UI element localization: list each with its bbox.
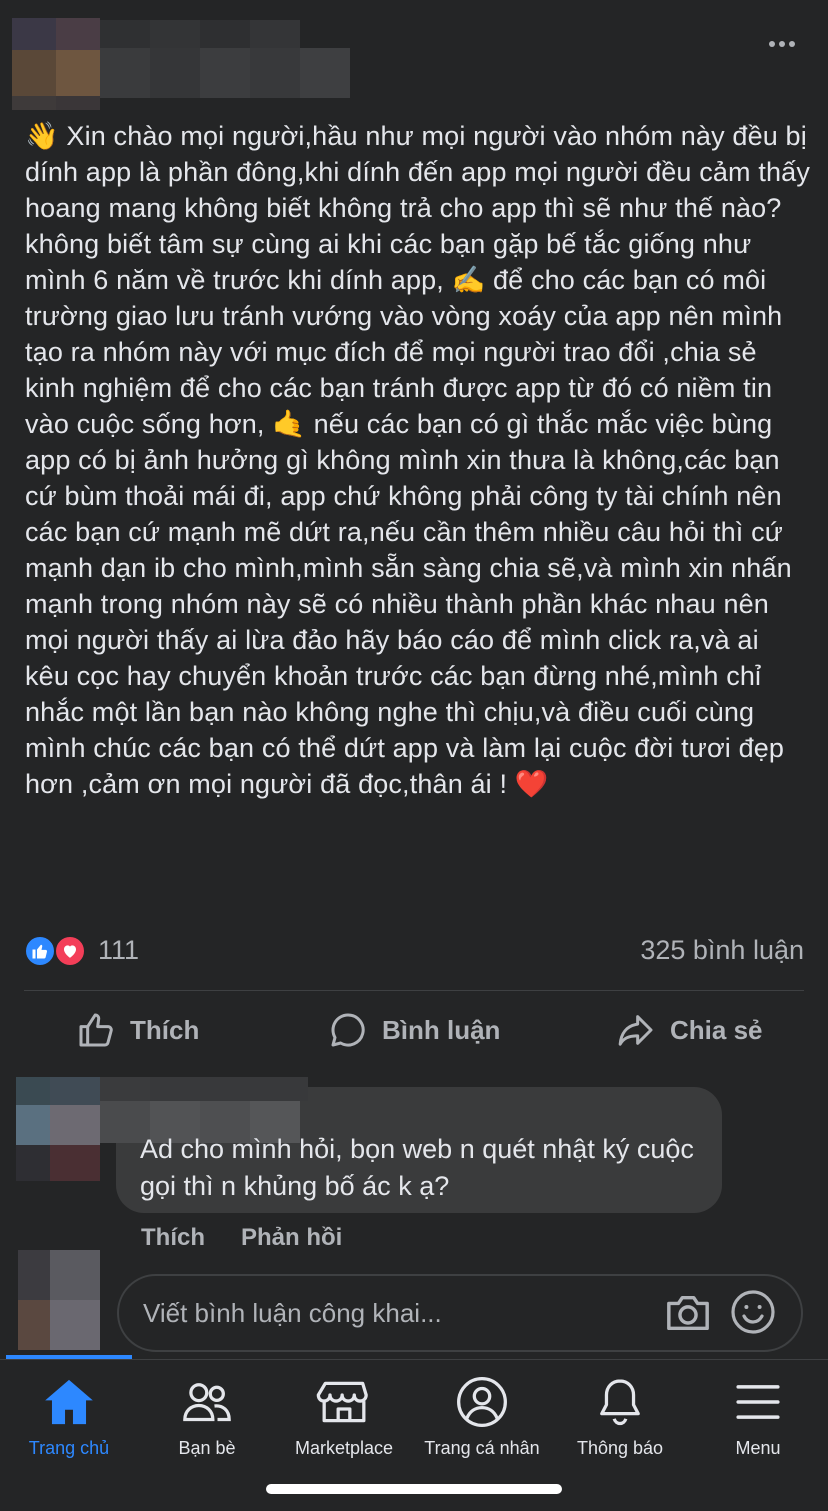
dot-icon [789, 41, 795, 47]
reaction-icons [24, 935, 90, 967]
thumbs-up-icon [79, 1013, 113, 1047]
tab-profile[interactable]: Trang cá nhân [413, 1360, 551, 1480]
tab-friends-label: Bạn bè [178, 1438, 236, 1458]
camera-button[interactable] [663, 1290, 713, 1336]
more-options-button[interactable] [764, 30, 800, 58]
post-text: 👋 Xin chào mọi người,hầu như mọi người v… [25, 121, 810, 799]
like-button[interactable]: Thích [76, 1008, 199, 1052]
tab-home[interactable]: Trang chủ [0, 1360, 138, 1480]
share-label: Chia sẻ [670, 1014, 763, 1045]
comment-input-placeholder: Viết bình luận công khai... [143, 1298, 442, 1328]
author-name-blurred[interactable] [100, 20, 350, 98]
reaction-count: 111 [98, 935, 140, 965]
tab-notifications-label: Thông báo [576, 1438, 664, 1458]
post-header [0, 0, 828, 110]
comment-count[interactable]: 325 bình luận [640, 935, 804, 966]
tab-friends[interactable]: Bạn bè [138, 1360, 276, 1480]
comment-button[interactable]: Bình luận [328, 1008, 500, 1052]
commenter-avatar[interactable] [16, 1077, 100, 1181]
comment-label: Bình luận [382, 1014, 501, 1045]
divider [24, 990, 804, 991]
comment-input[interactable]: Viết bình luận công khai... [117, 1274, 803, 1352]
tab-menu[interactable]: Menu [689, 1360, 827, 1480]
post-actions: Thích Bình luận Chia sẻ [0, 1000, 828, 1062]
home-indicator [266, 1484, 562, 1494]
comment-text: Ad cho mình hỏi, bọn web n quét nhật ký … [140, 1134, 694, 1201]
author-avatar[interactable] [12, 18, 100, 110]
comment-composer: Viết bình luận công khai... [0, 1250, 828, 1360]
friends-icon [183, 1383, 231, 1422]
share-button[interactable]: Chia sẻ [616, 1008, 763, 1052]
comment-item: Ad cho mình hỏi, bọn web n quét nhật ký … [0, 1075, 828, 1255]
emoji-button[interactable] [729, 1288, 777, 1336]
tab-marketplace[interactable]: Marketplace [275, 1360, 413, 1480]
share-arrow-icon [618, 1015, 653, 1046]
tab-home-label: Trang chủ [28, 1438, 110, 1458]
dot-icon [779, 41, 785, 47]
love-reaction-icon [54, 935, 86, 967]
comment-bubble-icon [331, 1013, 365, 1047]
menu-icon [736, 1385, 780, 1419]
smiley-icon [731, 1290, 775, 1334]
current-user-avatar [18, 1250, 100, 1350]
camera-icon [667, 1295, 709, 1331]
tab-profile-label: Trang cá nhân [424, 1438, 540, 1458]
marketplace-icon [316, 1381, 368, 1423]
reactions-summary[interactable]: 111 325 bình luận [24, 932, 804, 972]
tab-menu-label: Menu [735, 1438, 781, 1458]
dot-icon [769, 41, 775, 47]
tab-marketplace-label: Marketplace [294, 1438, 394, 1458]
like-reaction-icon [24, 935, 56, 967]
home-icon [45, 1379, 93, 1425]
like-label: Thích [130, 1014, 200, 1045]
bell-icon [600, 1379, 640, 1426]
profile-icon [457, 1377, 507, 1427]
tab-notifications[interactable]: Thông báo [551, 1360, 689, 1480]
